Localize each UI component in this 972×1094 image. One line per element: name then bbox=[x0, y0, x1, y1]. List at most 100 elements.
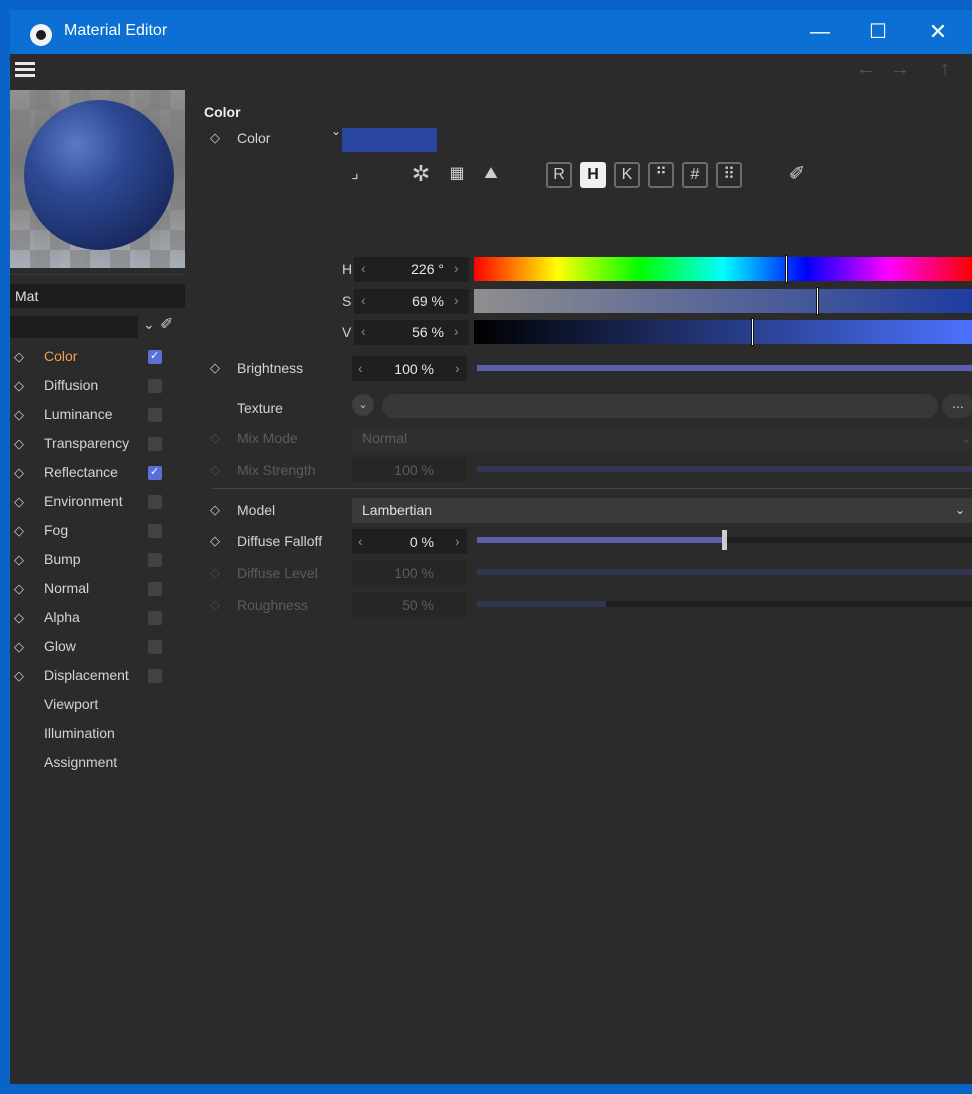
channel-item[interactable]: ◇ Diffusion bbox=[10, 371, 185, 400]
value-slider[interactable] bbox=[474, 318, 972, 346]
chevron-down-icon[interactable]: ⌄ bbox=[331, 124, 341, 138]
channel-checkbox[interactable] bbox=[148, 342, 162, 371]
rgb-mode-button[interactable]: R bbox=[546, 162, 572, 188]
material-name-field[interactable]: Mat bbox=[10, 284, 185, 308]
channel-checkbox[interactable] bbox=[148, 437, 162, 451]
hsv-mode-button[interactable]: H bbox=[580, 162, 606, 188]
channel-checkbox[interactable] bbox=[148, 582, 162, 596]
material-preview[interactable] bbox=[10, 90, 185, 268]
channel-checkbox[interactable] bbox=[148, 379, 162, 393]
keyframe-diamond-icon[interactable]: ◇ bbox=[14, 545, 24, 574]
channel-checkbox[interactable] bbox=[148, 495, 162, 509]
channel-item[interactable]: ◇ Environment bbox=[10, 487, 185, 516]
keyframe-diamond-icon[interactable]: ◇ bbox=[14, 342, 24, 371]
keyframe-diamond-icon[interactable]: ◇ bbox=[14, 400, 24, 429]
channel-label[interactable]: Illumination bbox=[44, 719, 115, 748]
keyframe-diamond-icon[interactable]: ◇ bbox=[14, 632, 24, 661]
hue-slider[interactable] bbox=[474, 255, 972, 283]
channel-checkbox[interactable] bbox=[148, 458, 162, 487]
saturation-value[interactable]: 69 % bbox=[384, 293, 444, 309]
channel-item[interactable]: ◇ Bump bbox=[10, 545, 185, 574]
channel-label[interactable]: Color bbox=[44, 342, 77, 371]
channel-item[interactable]: Illumination bbox=[10, 719, 185, 748]
channel-label[interactable]: Displacement bbox=[44, 661, 129, 690]
decrement-icon[interactable]: ‹ bbox=[361, 260, 366, 276]
value-field[interactable]: ‹ 56 % › bbox=[354, 320, 469, 345]
decrement-icon[interactable]: ‹ bbox=[361, 292, 366, 308]
channel-label[interactable]: Viewport bbox=[44, 690, 98, 719]
channel-checkbox[interactable] bbox=[148, 611, 162, 625]
eyedropper-icon[interactable]: ✐ bbox=[160, 314, 173, 334]
texture-field[interactable] bbox=[382, 394, 938, 418]
hamburger-menu-icon[interactable] bbox=[15, 62, 35, 77]
channel-checkbox[interactable] bbox=[148, 640, 162, 654]
channel-label[interactable]: Luminance bbox=[44, 400, 113, 429]
swatches-icon[interactable]: ⠿ bbox=[716, 162, 742, 188]
brightness-slider[interactable] bbox=[477, 365, 972, 371]
channel-item[interactable]: ◇ Alpha bbox=[10, 603, 185, 632]
color-wheel-icon[interactable]: ✲ bbox=[406, 160, 436, 188]
decrement-icon[interactable]: ‹ bbox=[358, 360, 363, 376]
keyframe-diamond-icon[interactable]: ◇ bbox=[14, 516, 24, 545]
increment-icon[interactable]: › bbox=[454, 323, 459, 339]
channel-label[interactable]: Assignment bbox=[44, 748, 117, 777]
chevron-down-icon[interactable]: ⌄ bbox=[143, 316, 155, 333]
channel-item[interactable]: ◇ Normal bbox=[10, 574, 185, 603]
hue-slider-marker[interactable] bbox=[785, 255, 788, 283]
increment-icon[interactable]: › bbox=[455, 360, 460, 376]
channel-item[interactable]: ◇ Luminance bbox=[10, 400, 185, 429]
channel-label[interactable]: Transparency bbox=[44, 429, 129, 458]
color-mixing-icon[interactable]: ⠛ bbox=[648, 162, 674, 188]
hex-mode-button[interactable]: # bbox=[682, 162, 708, 188]
keyframe-diamond-icon[interactable]: ◇ bbox=[210, 360, 220, 376]
channel-item[interactable]: Viewport bbox=[10, 690, 185, 719]
keyframe-diamond-icon[interactable]: ◇ bbox=[210, 502, 220, 518]
channel-item[interactable]: ◇ Reflectance bbox=[10, 458, 185, 487]
channel-label[interactable]: Normal bbox=[44, 574, 89, 603]
back-arrow-icon[interactable]: ← bbox=[856, 58, 876, 81]
channel-checkbox[interactable] bbox=[148, 524, 162, 538]
up-arrow-icon[interactable]: ↑ bbox=[940, 58, 950, 81]
channel-checkbox[interactable] bbox=[148, 408, 162, 422]
spectrum-icon[interactable]: ▦ bbox=[442, 160, 472, 188]
close-button[interactable]: ✕ bbox=[910, 10, 966, 54]
saturation-slider-marker[interactable] bbox=[816, 287, 819, 315]
decrement-icon[interactable]: ‹ bbox=[358, 533, 363, 549]
channel-item[interactable]: ◇ Fog bbox=[10, 516, 185, 545]
texture-more-button[interactable]: ... bbox=[942, 394, 972, 418]
channel-label[interactable]: Fog bbox=[44, 516, 68, 545]
channel-item[interactable]: ◇ Displacement bbox=[10, 661, 185, 690]
diffuse-falloff-slider-handle[interactable] bbox=[722, 530, 727, 550]
kelvin-mode-button[interactable]: K bbox=[614, 162, 640, 188]
diffuse-falloff-field[interactable]: ‹ 0 % › bbox=[352, 529, 467, 554]
diffuse-falloff-value[interactable]: 0 % bbox=[372, 534, 434, 550]
keyframe-diamond-icon[interactable]: ◇ bbox=[14, 429, 24, 458]
keyframe-diamond-icon[interactable]: ◇ bbox=[210, 130, 220, 146]
keyframe-diamond-icon[interactable]: ◇ bbox=[14, 661, 24, 690]
keyframe-diamond-icon[interactable]: ◇ bbox=[14, 371, 24, 400]
material-dropdown-field[interactable] bbox=[10, 316, 138, 338]
brightness-value[interactable]: 100 % bbox=[372, 361, 434, 377]
collapse-corners-icon[interactable]: ⌟ bbox=[340, 160, 370, 188]
channel-checkbox[interactable] bbox=[148, 553, 162, 567]
channel-label[interactable]: Environment bbox=[44, 487, 123, 516]
saturation-field[interactable]: ‹ 69 % › bbox=[354, 289, 469, 314]
channel-label[interactable]: Bump bbox=[44, 545, 81, 574]
channel-item[interactable]: ◇ Color bbox=[10, 342, 185, 371]
channel-label[interactable]: Glow bbox=[44, 632, 76, 661]
brightness-field[interactable]: ‹ 100 % › bbox=[352, 356, 467, 381]
title-bar[interactable]: Material Editor — ☐ ✕ bbox=[10, 10, 972, 54]
keyframe-diamond-icon[interactable]: ◇ bbox=[14, 458, 24, 487]
texture-menu-button[interactable]: ⌄ bbox=[352, 394, 374, 416]
eyedropper-icon[interactable]: ✐ bbox=[782, 160, 812, 188]
model-dropdown[interactable]: Lambertian bbox=[352, 498, 972, 523]
value-slider-marker[interactable] bbox=[751, 318, 754, 346]
forward-arrow-icon[interactable]: → bbox=[890, 58, 910, 81]
channel-checkbox[interactable] bbox=[148, 669, 162, 683]
increment-icon[interactable]: › bbox=[454, 292, 459, 308]
maximize-button[interactable]: ☐ bbox=[850, 10, 906, 54]
minimize-button[interactable]: — bbox=[792, 10, 848, 54]
channel-item[interactable]: ◇ Glow bbox=[10, 632, 185, 661]
keyframe-diamond-icon[interactable]: ◇ bbox=[14, 603, 24, 632]
channel-label[interactable]: Diffusion bbox=[44, 371, 98, 400]
